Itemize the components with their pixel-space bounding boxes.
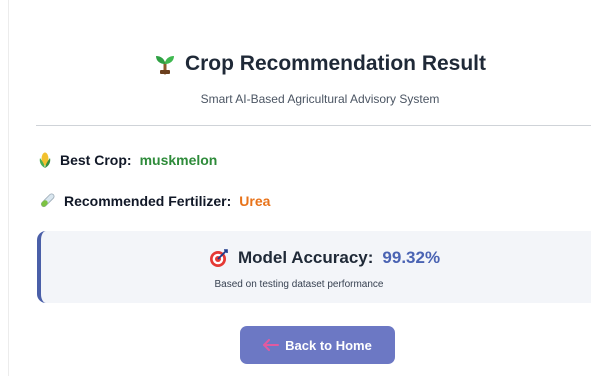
back-arrow-icon	[263, 339, 280, 351]
best-crop-label: Best Crop:	[60, 152, 132, 168]
result-header: Crop Recommendation Result Smart AI-Base…	[0, 52, 591, 106]
accuracy-value: 99.32%	[382, 248, 441, 267]
result-page: Crop Recommendation Result Smart AI-Base…	[0, 0, 591, 376]
target-icon	[209, 248, 229, 268]
accuracy-card: Model Accuracy: 99.32% Based on testing …	[37, 231, 591, 303]
back-to-home-label: Back to Home	[285, 337, 372, 353]
accuracy-label: Model Accuracy:	[238, 248, 374, 267]
fertilizer-value: Urea	[239, 193, 271, 209]
back-to-home-button[interactable]: Back to Home	[240, 326, 395, 364]
fertilizer-label: Recommended Fertilizer:	[64, 193, 232, 209]
corn-icon	[38, 151, 52, 169]
accuracy-row: Model Accuracy: 99.32%	[209, 248, 440, 268]
page-title-row: Crop Recommendation Result	[154, 52, 486, 76]
test-tube-icon	[38, 192, 56, 210]
page-title: Crop Recommendation Result	[184, 52, 487, 75]
best-crop-line: Best Crop: muskmelon	[38, 151, 217, 169]
fertilizer-line: Recommended Fertilizer: Urea	[38, 192, 270, 210]
best-crop-value: muskmelon	[139, 152, 218, 168]
seedling-icon	[154, 53, 176, 75]
page-subtitle: Smart AI-Based Agricultural Advisory Sys…	[200, 92, 440, 106]
accuracy-note: Based on testing dataset performance	[214, 279, 384, 290]
header-divider	[36, 125, 591, 126]
